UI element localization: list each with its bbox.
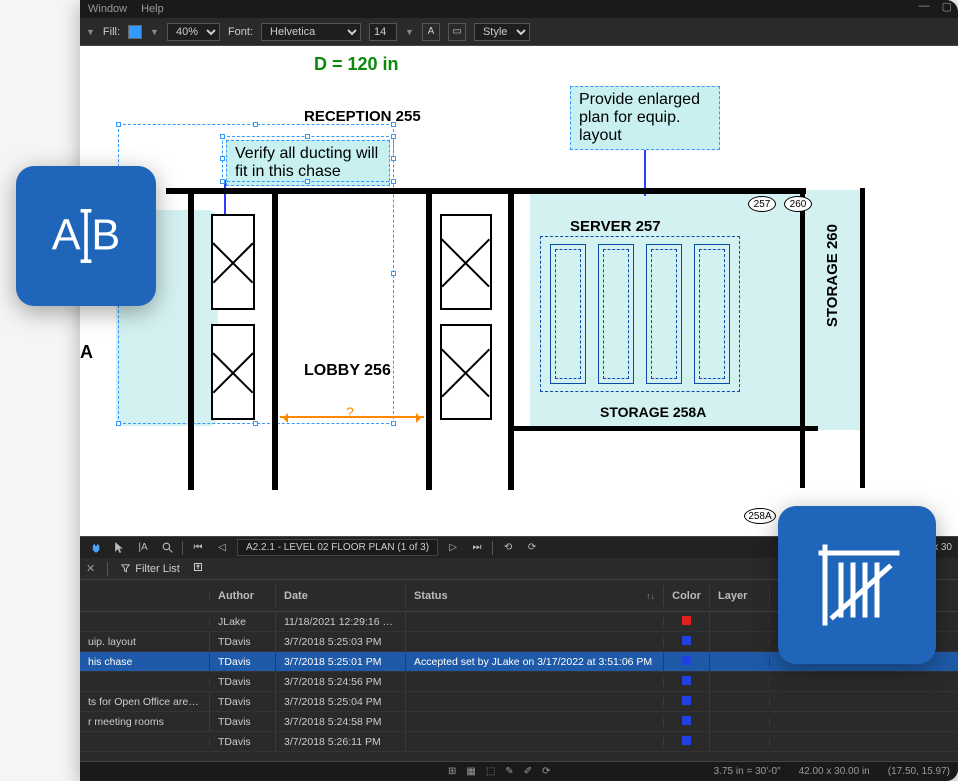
table-row[interactable]: r meeting roomsTDavis3/7/2018 5:24:58 PM [80, 712, 958, 732]
font-size-input[interactable] [369, 23, 397, 41]
text-box-icon[interactable]: ▭ [448, 23, 466, 41]
coords-readout: (17.50, 15.97) [888, 766, 950, 777]
snap-icon[interactable]: ⬚ [486, 766, 495, 777]
overlay-text-edit-icon: A B [16, 166, 156, 306]
wall-shaft2-right [508, 188, 514, 490]
duct-3 [440, 214, 492, 310]
zoom-tool-icon[interactable] [158, 539, 176, 557]
edit-icon[interactable]: ✎ [505, 766, 513, 777]
room-tag-258a: 258A [744, 508, 776, 524]
note-ducting[interactable]: Verify all ducting will fit in this chas… [226, 140, 390, 186]
menu-help[interactable]: Help [141, 3, 164, 15]
wall-storage-div [800, 188, 805, 488]
dropdown-chevron-icon[interactable]: ▼ [86, 27, 95, 37]
duct-2 [211, 324, 255, 420]
minimize-icon[interactable]: — [919, 0, 930, 13]
room-tag-257: 257 [748, 196, 776, 212]
opacity-select[interactable]: 40% [167, 23, 220, 41]
wall-top [166, 188, 806, 194]
prev-page-icon[interactable]: ◁ [213, 539, 231, 557]
room-label-storage258a: STORAGE 258A [600, 404, 706, 420]
sort-icon[interactable]: ↑↓ [646, 591, 655, 601]
col-layer[interactable]: Layer [710, 586, 770, 606]
status-bar: ⊞ ▦ ⬚ ✎ ✐ ⟳ 3.75 in = 30'-0" 42.00 x 30.… [80, 761, 958, 781]
fill-label: Fill: [103, 26, 120, 38]
last-page-icon[interactable]: ⏭ [468, 539, 486, 557]
menubar: Window Help — ▢ [80, 0, 958, 18]
col-status[interactable]: Status↑↓ [406, 586, 664, 606]
filter-list-button[interactable]: Filter List [120, 563, 180, 575]
maximize-icon[interactable]: ▢ [942, 0, 952, 13]
history-fwd-icon[interactable]: ⟳ [523, 539, 541, 557]
svg-text:A: A [52, 212, 81, 260]
duct-4 [440, 324, 492, 420]
wall-left-shaft [188, 188, 194, 490]
room-label-server: SERVER 257 [570, 218, 661, 235]
size-readout: 42.00 x 30.00 in [799, 766, 870, 777]
select-tool-icon[interactable] [110, 539, 128, 557]
dimension-question: ? [346, 404, 354, 420]
table-row[interactable]: TDavis3/7/2018 5:26:11 PM [80, 732, 958, 752]
wall-shaft-right [272, 188, 278, 490]
fill-color-swatch[interactable] [128, 25, 142, 39]
document-selector[interactable]: A2.2.1 - LEVEL 02 FLOOR PLAN (1 of 3) [237, 539, 438, 556]
font-label: Font: [228, 26, 253, 38]
room-label-storage260: STORAGE 260 [824, 224, 841, 327]
room-label-reception: RECEPTION 255 [304, 108, 421, 125]
fill-dropdown-icon[interactable]: ▼ [150, 27, 159, 37]
duct-1 [211, 214, 255, 310]
room-label-partial: A [80, 342, 93, 363]
drawing-canvas[interactable]: D = 120 in RECEPTION 255 LOBBY 256 SERVE… [80, 46, 958, 536]
note-enlarged[interactable]: Provide enlarged plan for equip. layout [570, 86, 720, 150]
size-dropdown-icon[interactable]: ▼ [405, 27, 414, 37]
room-label-lobby: LOBBY 256 [304, 362, 391, 380]
col-author[interactable]: Author [210, 586, 276, 606]
wall-server-bottom [508, 426, 818, 431]
col-date[interactable]: Date [276, 586, 406, 606]
scale-readout[interactable]: 3.75 in = 30'-0" [714, 766, 781, 777]
text-fit-icon[interactable]: A [422, 23, 440, 41]
pan-tool-icon[interactable] [86, 539, 104, 557]
server-room-outline [540, 236, 740, 392]
close-panel-icon[interactable]: ✕ [86, 562, 95, 575]
next-page-icon[interactable]: ▷ [444, 539, 462, 557]
svg-text:B: B [91, 212, 120, 260]
pen-icon[interactable]: ✐ [524, 766, 532, 777]
grid2-icon[interactable]: ▦ [466, 766, 475, 777]
table-row[interactable]: ts for Open Office areas?TDavis3/7/2018 … [80, 692, 958, 712]
menu-window[interactable]: Window [88, 3, 127, 15]
col-subject[interactable] [80, 592, 210, 600]
style-select[interactable]: Style [474, 23, 530, 41]
first-page-icon[interactable]: ⏮ [189, 539, 207, 557]
wall-shaft2-left [426, 188, 432, 490]
font-family-select[interactable]: Helvetica [261, 23, 361, 41]
table-row[interactable]: TDavis3/7/2018 5:24:56 PM [80, 672, 958, 692]
export-icon[interactable] [192, 561, 204, 576]
grid-toggle-icon[interactable]: ⊞ [448, 766, 456, 777]
sync-icon[interactable]: ⟳ [542, 766, 550, 777]
text-select-icon[interactable]: |A [134, 539, 152, 557]
dimension-text: D = 120 in [314, 54, 399, 75]
col-color[interactable]: Color [664, 586, 710, 606]
text-format-toolbar: ▼ Fill: ▼ 40% Font: Helvetica ▼ A ▭ Styl… [80, 18, 958, 46]
wall-far-right [860, 188, 865, 488]
room-tag-260: 260 [784, 196, 812, 212]
overlay-count-icon [778, 506, 936, 664]
history-back-icon[interactable]: ⟲ [499, 539, 517, 557]
